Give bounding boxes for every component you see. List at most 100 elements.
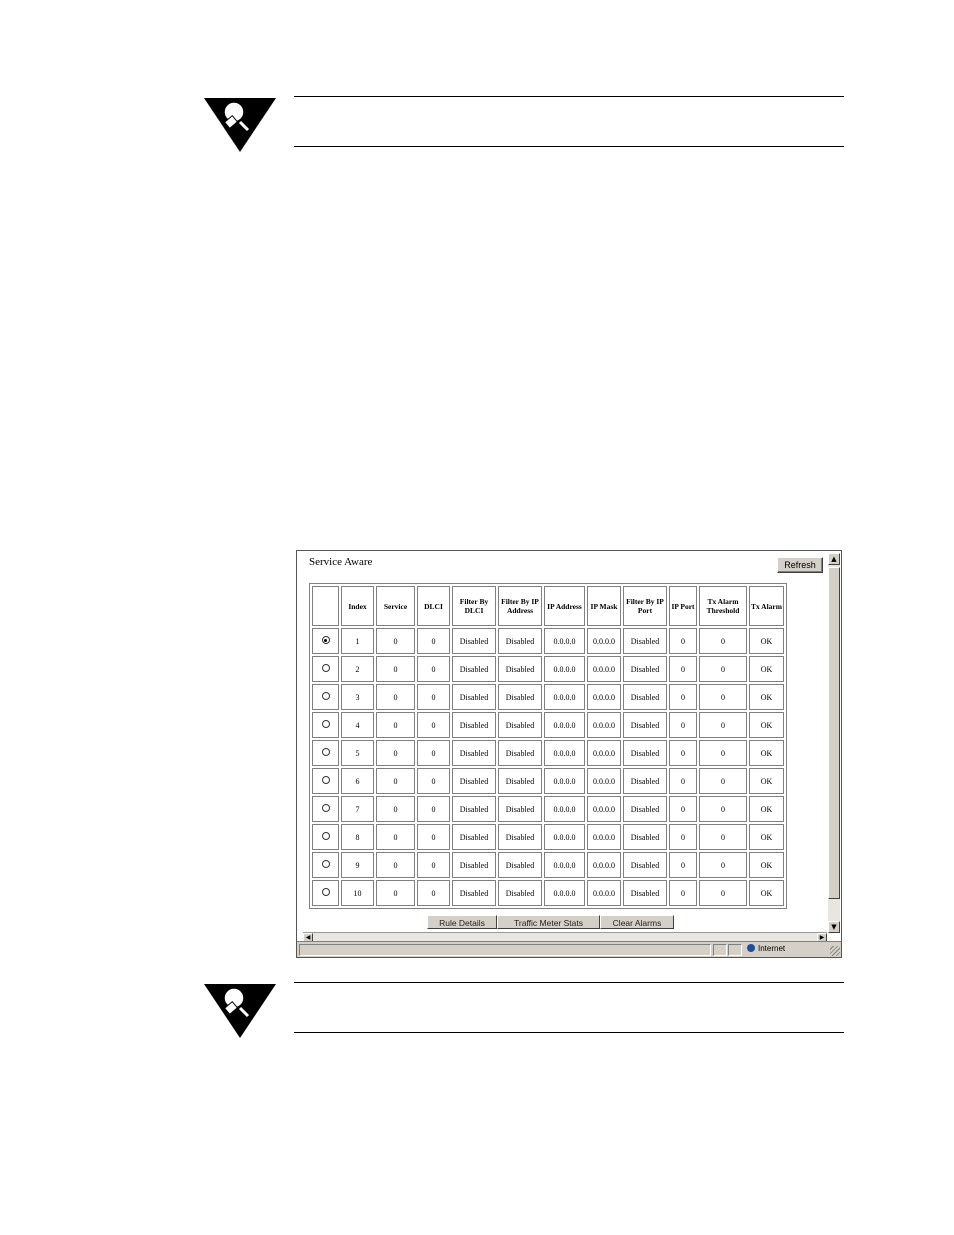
status-pane (728, 944, 742, 956)
col-ip-port: IP Port (669, 586, 697, 626)
table-cell: Disabled (623, 712, 667, 738)
table-cell: 0 (376, 628, 415, 654)
table-cell: 3 (341, 684, 374, 710)
row-select-cell (312, 824, 339, 850)
table-cell: 9 (341, 852, 374, 878)
table-cell: Disabled (623, 628, 667, 654)
row-select-cell (312, 852, 339, 878)
table-header-row: Index Service DLCI Filter By DLCI Filter… (312, 586, 784, 626)
row-select-radio[interactable] (321, 720, 330, 728)
table-cell: 0 (417, 740, 450, 766)
table-cell: 0 (669, 796, 697, 822)
rule-details-button[interactable]: Rule Details (427, 915, 497, 929)
table-cell: 0.0.0.0 (587, 740, 621, 766)
table-cell: Disabled (498, 712, 542, 738)
table-cell: 0 (417, 796, 450, 822)
row-select-cell (312, 712, 339, 738)
table-cell: OK (749, 712, 784, 738)
table-cell: 0.0.0.0 (587, 684, 621, 710)
table-cell: Disabled (452, 656, 496, 682)
table-cell: 0 (417, 880, 450, 906)
table-cell: 0 (376, 796, 415, 822)
table-cell: 0 (669, 824, 697, 850)
table-cell: 0 (417, 824, 450, 850)
col-ip-address: IP Address (544, 586, 585, 626)
scroll-up-icon[interactable]: ▲ (828, 553, 840, 565)
note-block-bottom (204, 982, 844, 1042)
vertical-scroll-thumb[interactable] (828, 567, 840, 899)
note-bottom-rule (294, 146, 844, 147)
row-select-radio[interactable] (321, 860, 330, 868)
col-filter-by-ip-port: Filter By IP Port (623, 586, 667, 626)
row-select-radio[interactable] (321, 832, 330, 840)
table-cell: 0.0.0.0 (587, 796, 621, 822)
page-title: Service Aware (309, 556, 373, 568)
table-cell: Disabled (498, 740, 542, 766)
table-cell: 6 (341, 768, 374, 794)
table-cell: 0.0.0.0 (544, 656, 585, 682)
table-cell: OK (749, 768, 784, 794)
table-cell: OK (749, 628, 784, 654)
row-select-radio[interactable] (321, 748, 330, 756)
traffic-meter-stats-button[interactable]: Traffic Meter Stats (497, 915, 600, 929)
table-cell: 0 (669, 656, 697, 682)
table-cell: 0 (376, 712, 415, 738)
refresh-button[interactable]: Refresh (777, 557, 823, 573)
table-cell: Disabled (623, 768, 667, 794)
lightbulb-note-icon (204, 98, 276, 152)
status-bar: Internet (297, 941, 841, 957)
row-select-radio[interactable] (321, 664, 330, 672)
table-cell: 0 (376, 656, 415, 682)
scroll-down-icon[interactable]: ▼ (828, 921, 840, 933)
table-row: 3 0 0 Disabled Disabled 0.0.0.0 0.0.0.0 Disable… (312, 684, 784, 710)
table-cell: 0 (699, 852, 747, 878)
table-cell: Disabled (452, 768, 496, 794)
row-select-radio[interactable] (321, 692, 330, 700)
table-cell: Disabled (452, 796, 496, 822)
table-cell: 0.0.0.0 (544, 628, 585, 654)
table-cell: 0 (417, 712, 450, 738)
table-cell: 0.0.0.0 (544, 684, 585, 710)
table-cell: 0 (376, 740, 415, 766)
table-cell: OK (749, 852, 784, 878)
row-select-radio[interactable] (321, 636, 330, 644)
row-select-radio[interactable] (321, 804, 330, 812)
table-cell: 0.0.0.0 (587, 824, 621, 850)
status-main-pane (299, 944, 711, 956)
vertical-scrollbar[interactable]: ▲ ▼ (828, 553, 840, 933)
row-select-cell (312, 628, 339, 654)
resize-grip-icon[interactable] (830, 946, 840, 956)
table-cell: Disabled (623, 656, 667, 682)
col-filter-by-dlci: Filter By DLCI (452, 586, 496, 626)
row-select-cell (312, 740, 339, 766)
row-select-cell (312, 768, 339, 794)
table-cell: 4 (341, 712, 374, 738)
table-cell: 0 (699, 740, 747, 766)
table-cell: 0 (669, 880, 697, 906)
table-cell: 0.0.0.0 (544, 768, 585, 794)
table-cell: 0 (699, 796, 747, 822)
table-cell: OK (749, 824, 784, 850)
status-pane (713, 944, 727, 956)
lightbulb-note-icon (204, 984, 276, 1038)
row-select-radio[interactable] (321, 776, 330, 784)
table-row: 4 0 0 Disabled Disabled 0.0.0.0 0.0.0.0 Disable… (312, 712, 784, 738)
zone-label: Internet (758, 944, 786, 953)
table-cell: 0 (376, 852, 415, 878)
table-cell: Disabled (452, 684, 496, 710)
table-cell: 0 (669, 740, 697, 766)
table-cell: 0.0.0.0 (544, 740, 585, 766)
table-cell: 0 (376, 824, 415, 850)
globe-icon (747, 944, 755, 952)
table-cell: Disabled (623, 796, 667, 822)
table-cell: 0 (699, 712, 747, 738)
row-select-cell (312, 656, 339, 682)
clear-alarms-button[interactable]: Clear Alarms (600, 915, 674, 929)
table-cell: Disabled (498, 824, 542, 850)
table-cell: 0 (669, 768, 697, 794)
table-cell: Disabled (498, 684, 542, 710)
table-cell: 0 (699, 768, 747, 794)
table-cell: Disabled (498, 852, 542, 878)
row-select-radio[interactable] (321, 888, 330, 896)
note-bottom-rule (294, 1032, 844, 1033)
